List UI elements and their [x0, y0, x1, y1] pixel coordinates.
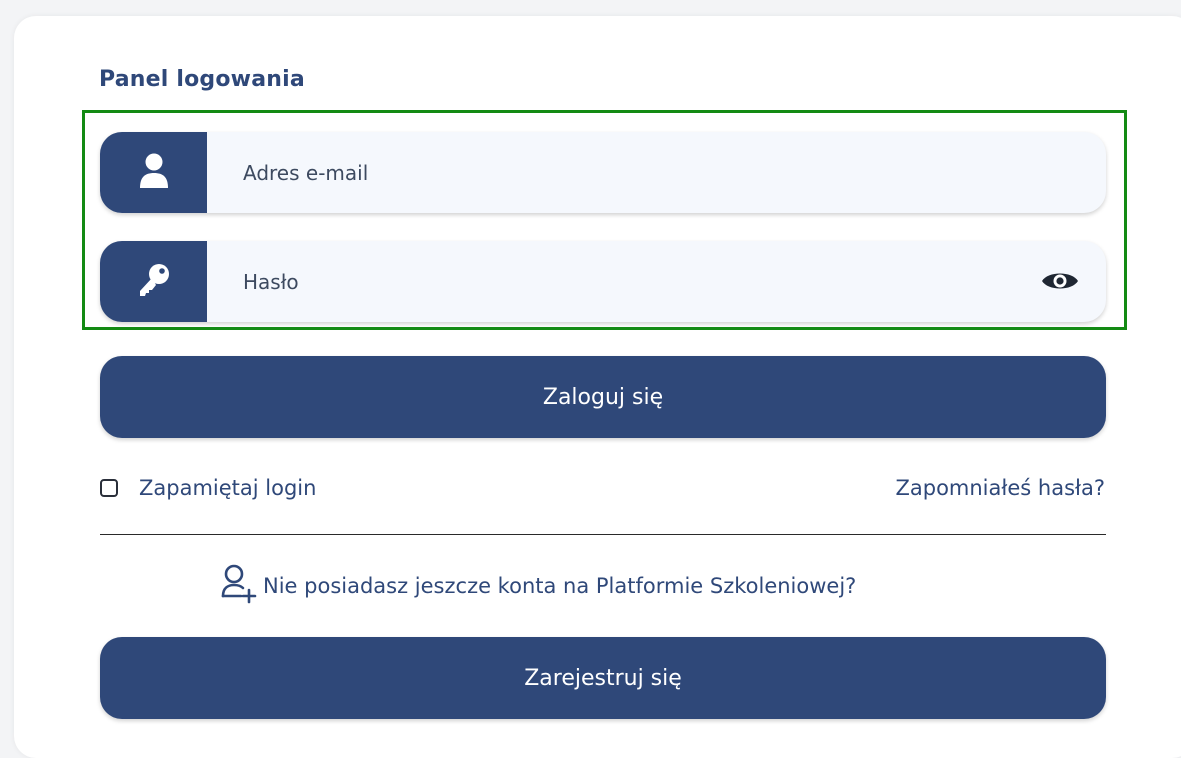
add-user-icon — [221, 564, 257, 608]
register-prompt-text: Nie posiadasz jeszcze konta na Platformi… — [263, 574, 857, 598]
remember-label: Zapamiętaj login — [139, 476, 317, 500]
divider — [100, 534, 1106, 535]
panel-title: Panel logowania — [99, 67, 305, 92]
register-prompt: Nie posiadasz jeszcze konta na Platformi… — [221, 564, 857, 608]
focus-outline — [82, 110, 1127, 330]
remember-login[interactable]: Zapamiętaj login — [100, 473, 316, 503]
forgot-password-link[interactable]: Zapomniałeś hasła? — [895, 473, 1105, 503]
login-button[interactable]: Zaloguj się — [100, 356, 1106, 438]
register-button[interactable]: Zarejestruj się — [100, 637, 1106, 719]
remember-checkbox[interactable] — [100, 479, 118, 497]
